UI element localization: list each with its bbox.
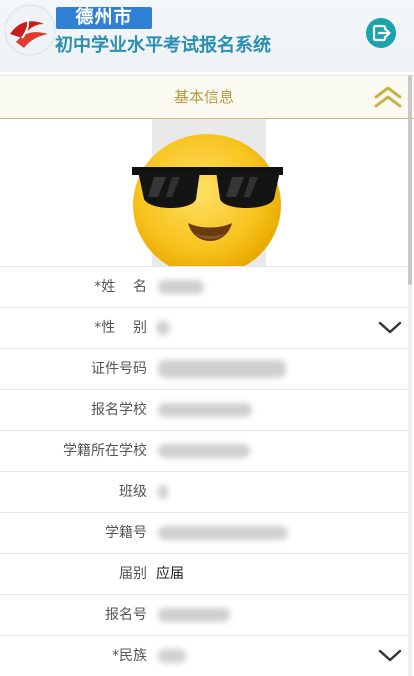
name-row: *姓 名 bbox=[0, 266, 410, 308]
field-value: 应届 bbox=[156, 566, 184, 582]
red-ribbon-logo-icon bbox=[4, 4, 56, 56]
enrolled-school-row: 学籍所在学校 bbox=[0, 431, 410, 472]
field-label: 届别 bbox=[119, 566, 147, 582]
city-badge: 德州市 bbox=[56, 7, 152, 29]
redacted-value bbox=[158, 403, 252, 417]
field-label: 证件号码 bbox=[91, 361, 147, 377]
redacted-value bbox=[158, 485, 168, 499]
redacted-value bbox=[158, 526, 288, 540]
class-row: 班级 bbox=[0, 472, 410, 513]
sunglasses-emoji-icon bbox=[132, 134, 283, 276]
graduation-type-row: 届别 应届 bbox=[0, 554, 410, 595]
vertical-scrollbar[interactable] bbox=[408, 75, 412, 676]
scrollbar-thumb[interactable] bbox=[408, 75, 412, 285]
basic-info-section-header[interactable]: 基本信息 bbox=[0, 75, 414, 120]
redacted-value bbox=[156, 321, 170, 335]
registration-page: 德州市 初中学业水平考试报名系统 基本信息 *姓 名 *性 别 证件号码 报名学… bbox=[0, 0, 414, 676]
field-label: 报名号 bbox=[105, 607, 147, 623]
app-header: 德州市 初中学业水平考试报名系统 bbox=[0, 0, 414, 72]
field-label: 学籍号 bbox=[105, 525, 147, 541]
logout-button[interactable] bbox=[366, 18, 396, 48]
basic-info-form: *姓 名 *性 别 证件号码 报名学校 学籍所在学校 班级 学籍号 届别 应届 … bbox=[0, 266, 410, 676]
chevron-down-icon[interactable] bbox=[378, 649, 402, 663]
gender-row[interactable]: *性 别 bbox=[0, 308, 410, 349]
registered-school-row: 报名学校 bbox=[0, 390, 410, 431]
ethnicity-row[interactable]: *民族 bbox=[0, 636, 410, 676]
registration-number-row: 报名号 bbox=[0, 595, 410, 636]
field-label: 学籍所在学校 bbox=[63, 443, 147, 459]
field-label: 报名学校 bbox=[91, 402, 147, 418]
double-chevron-up-icon[interactable] bbox=[372, 83, 404, 111]
redacted-value bbox=[158, 444, 250, 458]
redacted-value bbox=[158, 280, 204, 294]
id-number-row: 证件号码 bbox=[0, 349, 410, 390]
avatar-area bbox=[0, 119, 414, 276]
section-title: 基本信息 bbox=[173, 88, 234, 106]
field-label: 班级 bbox=[119, 484, 147, 500]
student-number-row: 学籍号 bbox=[0, 513, 410, 554]
chevron-down-icon[interactable] bbox=[378, 321, 402, 335]
redacted-value bbox=[158, 649, 186, 663]
logout-icon bbox=[372, 24, 391, 42]
redacted-value bbox=[158, 608, 230, 622]
redacted-value bbox=[158, 360, 286, 378]
field-label: *民族 bbox=[112, 648, 147, 664]
field-label: *姓 名 bbox=[94, 279, 147, 295]
field-label: *性 别 bbox=[94, 320, 147, 336]
system-title: 初中学业水平考试报名系统 bbox=[55, 35, 271, 56]
